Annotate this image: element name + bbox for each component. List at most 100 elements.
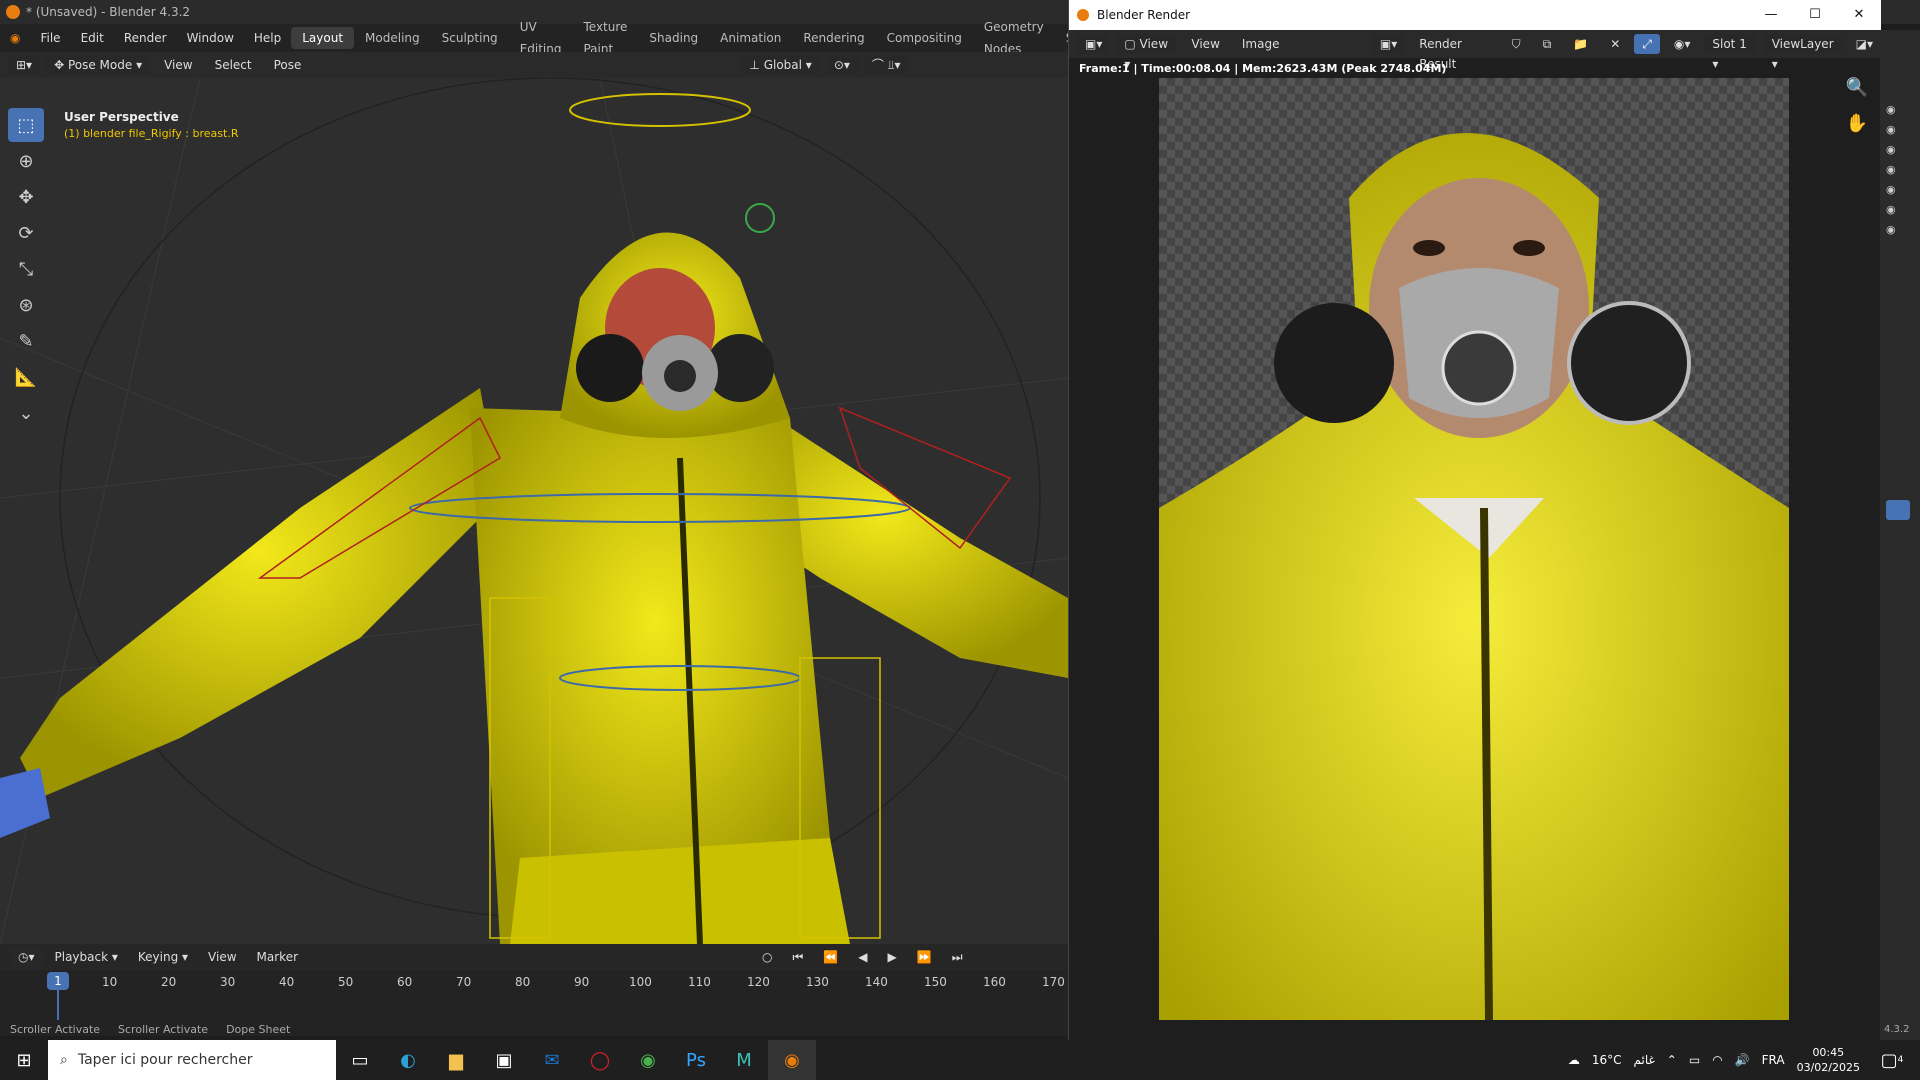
- volume-icon[interactable]: 🔊: [1735, 1053, 1750, 1067]
- pan-hand-icon[interactable]: ✋: [1839, 106, 1875, 140]
- minimize-icon[interactable]: —: [1749, 0, 1793, 30]
- outlook-icon[interactable]: ✉: [528, 1040, 576, 1080]
- jump-end-icon[interactable]: ⏭: [944, 947, 971, 967]
- transform-tool-icon[interactable]: ⊛: [8, 288, 44, 322]
- slot-dropdown[interactable]: Slot 1 ▾: [1704, 34, 1758, 71]
- temperature[interactable]: 16°C: [1592, 1053, 1622, 1067]
- wifi-icon[interactable]: ◠: [1712, 1053, 1722, 1067]
- play-reverse-icon[interactable]: ◀: [850, 947, 875, 967]
- menu-image[interactable]: Image: [1234, 34, 1288, 54]
- menu-marker[interactable]: Marker: [249, 947, 306, 967]
- timeline-editor-icon[interactable]: ◷▾: [10, 947, 43, 967]
- menu-pose[interactable]: Pose: [266, 55, 310, 75]
- tray-chevron-icon[interactable]: ⌃: [1667, 1053, 1677, 1067]
- next-key-icon[interactable]: ⏩: [909, 947, 940, 967]
- status-hint: Scroller Activate: [10, 1022, 101, 1036]
- weather-icon[interactable]: ☁: [1568, 1053, 1580, 1067]
- tab-shading[interactable]: Shading: [638, 27, 709, 49]
- tab-layout[interactable]: Layout: [291, 27, 355, 49]
- render-window: Blender Render — ☐ ✕ ▣▾ ▢ View ▾ View Im…: [1068, 0, 1881, 1040]
- tick-label: 120: [747, 975, 770, 989]
- viewlayer-dropdown[interactable]: ViewLayer ▾: [1763, 34, 1842, 71]
- image-editor-type-icon[interactable]: ▣▾: [1077, 34, 1111, 54]
- tab-rendering[interactable]: Rendering: [792, 27, 875, 49]
- zoom-icon[interactable]: 🔍: [1839, 70, 1875, 104]
- select-box-tool-icon[interactable]: ⬚: [8, 108, 44, 142]
- mode-dropdown[interactable]: ✥ Pose Mode ▾: [46, 55, 151, 75]
- prev-key-icon[interactable]: ⏪: [815, 947, 846, 967]
- menu-render[interactable]: Render: [114, 24, 177, 52]
- tab-modeling[interactable]: Modeling: [354, 27, 431, 49]
- image-browse-icon[interactable]: ▣▾: [1371, 34, 1406, 54]
- menu-help[interactable]: Help: [244, 24, 291, 52]
- viewport-header: ⊞▾ ✥ Pose Mode ▾ View Select Pose ⊥ Glob…: [0, 52, 1068, 78]
- menu-keying[interactable]: Keying ▾: [130, 947, 196, 967]
- battery-icon[interactable]: ▭: [1689, 1053, 1700, 1067]
- overlay-icon[interactable]: ◉▾: [1666, 34, 1699, 54]
- current-frame-indicator[interactable]: 1: [47, 972, 69, 990]
- opera-icon[interactable]: ◯: [576, 1040, 624, 1080]
- tick-label: 10: [102, 975, 118, 989]
- render-result-label[interactable]: Render Result: [1411, 34, 1497, 71]
- outliner-visibility-icons[interactable]: ◉ ◉ ◉ ◉ ◉ ◉ ◉: [1886, 100, 1896, 240]
- windows-taskbar: ⊞ ⌕ Taper ici pour rechercher ▭ ◐ ▆ ▣ ✉ …: [0, 1040, 1920, 1080]
- taskbar-search[interactable]: ⌕ Taper ici pour rechercher: [48, 1040, 336, 1080]
- play-icon[interactable]: ▶: [880, 947, 905, 967]
- blender-menu-icon[interactable]: ◉: [0, 24, 30, 52]
- gizmo-icon[interactable]: ⤢: [1634, 34, 1660, 54]
- tool-shelf: ⬚ ⊕ ✥ ⟳ ⤡ ⊛ ✎ 📐 ⌄: [8, 108, 44, 432]
- new-image-icon[interactable]: ⧉: [1535, 34, 1560, 54]
- version-label: 4.3.2: [1884, 1024, 1910, 1035]
- display-channels-icon[interactable]: ◪▾: [1848, 34, 1881, 54]
- maximize-icon[interactable]: ☐: [1793, 0, 1837, 30]
- cursor-tool-icon[interactable]: ⊕: [8, 144, 44, 178]
- blender-logo-icon: [6, 5, 20, 19]
- menu-file[interactable]: File: [30, 24, 70, 52]
- tab-animation[interactable]: Animation: [709, 27, 792, 49]
- orientation-dropdown[interactable]: ⊥ Global ▾: [741, 55, 820, 75]
- menu-edit[interactable]: Edit: [71, 24, 114, 52]
- malwarebytes-icon[interactable]: M: [720, 1040, 768, 1080]
- task-view-icon[interactable]: ▭: [336, 1040, 384, 1080]
- 3d-viewport[interactable]: ⬚ ⊕ ✥ ⟳ ⤡ ⊛ ✎ 📐 ⌄: [0, 78, 1068, 944]
- open-image-icon[interactable]: 📁: [1565, 34, 1596, 54]
- jump-start-icon[interactable]: ⏮: [785, 947, 812, 967]
- move-tool-icon[interactable]: ✥: [8, 180, 44, 214]
- tab-compositing[interactable]: Compositing: [876, 27, 973, 49]
- rotate-tool-icon[interactable]: ⟳: [8, 216, 44, 250]
- annotate-tool-icon[interactable]: ✎: [8, 324, 44, 358]
- status-hint: Scroller Activate: [118, 1022, 209, 1036]
- render-result-image[interactable]: [1159, 78, 1789, 1020]
- chrome-icon[interactable]: ◉: [624, 1040, 672, 1080]
- file-explorer-icon[interactable]: ▆: [432, 1040, 480, 1080]
- tab-sculpting[interactable]: Sculpting: [431, 27, 509, 49]
- editor-type-icon[interactable]: ⊞▾: [8, 55, 41, 75]
- snap-icon[interactable]: ⌒ ⫫▾: [863, 55, 909, 75]
- store-icon[interactable]: ▣: [480, 1040, 528, 1080]
- notification-center-icon[interactable]: ▢ 4: [1868, 1040, 1916, 1080]
- close-icon[interactable]: ✕: [1837, 0, 1881, 30]
- scale-tool-icon[interactable]: ⤡: [8, 252, 44, 286]
- menu-view[interactable]: View: [156, 55, 200, 75]
- view-mode-dropdown[interactable]: ▢ View ▾: [1116, 34, 1178, 71]
- blender-taskbar-icon[interactable]: ◉: [768, 1040, 816, 1080]
- menu-timeline-view[interactable]: View: [200, 947, 244, 967]
- menu-select[interactable]: Select: [207, 55, 260, 75]
- menu-window[interactable]: Window: [177, 24, 244, 52]
- edge-icon[interactable]: ◐: [384, 1040, 432, 1080]
- language-indicator[interactable]: FRA: [1762, 1053, 1785, 1067]
- menu-image-view[interactable]: View: [1183, 34, 1227, 54]
- weather-text[interactable]: غائم: [1634, 1053, 1655, 1067]
- photoshop-icon[interactable]: Ps: [672, 1040, 720, 1080]
- pivot-icon[interactable]: ⊙▾: [825, 55, 858, 75]
- playhead-line[interactable]: [57, 990, 59, 1020]
- menu-playback[interactable]: Playback ▾: [47, 947, 126, 967]
- unlink-image-icon[interactable]: ✕: [1602, 34, 1628, 54]
- windows-start-icon[interactable]: ⊞: [0, 1040, 48, 1080]
- bone-relax-tool-icon[interactable]: ⌄: [8, 396, 44, 430]
- fake-user-icon[interactable]: ⛉: [1504, 34, 1529, 54]
- clock[interactable]: 00:45 03/02/2025: [1797, 1045, 1860, 1075]
- active-properties-tab[interactable]: [1886, 500, 1910, 520]
- record-icon[interactable]: ○: [754, 947, 780, 967]
- measure-tool-icon[interactable]: 📐: [8, 360, 44, 394]
